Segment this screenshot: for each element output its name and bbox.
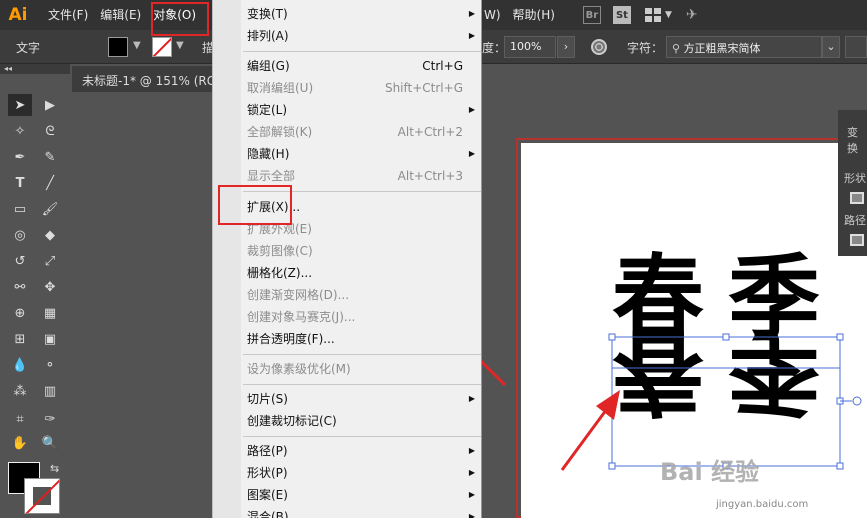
menu-item-label: 形状(P) bbox=[247, 466, 288, 480]
art-reflect-char-2: 季 bbox=[728, 318, 820, 425]
menu-item-arrange[interactable]: 排列(A) ▶ bbox=[247, 25, 481, 47]
menu-item-pixel-optimize[interactable]: 设为像素级优化(M) bbox=[247, 358, 481, 380]
handle bbox=[836, 333, 844, 341]
handle bbox=[608, 462, 616, 470]
app-window: Ai 文件(F) 编辑(E) 对象(O) W) 帮助(H) Br St ▼ ✈ … bbox=[0, 0, 867, 518]
menu-gutter bbox=[213, 0, 241, 518]
menu-item-label: 排列(A) bbox=[247, 29, 289, 43]
menu-item-label: 锁定(L) bbox=[247, 103, 288, 117]
pathfinder-icon[interactable] bbox=[850, 234, 864, 246]
menu-item-label: 拼合透明度(F)... bbox=[247, 332, 335, 346]
highlight-object-menu bbox=[151, 2, 209, 36]
menu-item-shape[interactable]: 形状(P) ▶ bbox=[247, 462, 481, 484]
handle bbox=[836, 462, 844, 470]
submenu-arrow-icon: ▶ bbox=[468, 512, 475, 518]
menu-item-label: 隐藏(H) bbox=[247, 147, 290, 161]
menu-item-label: 编组(G) bbox=[247, 59, 290, 73]
shape-label: 形状 bbox=[844, 172, 866, 185]
shape-icon[interactable] bbox=[850, 192, 864, 204]
submenu-arrow-icon: ▶ bbox=[468, 149, 475, 158]
submenu-arrow-icon: ▶ bbox=[468, 394, 475, 403]
transform-panel-title[interactable]: 变换 bbox=[838, 110, 867, 156]
menu-item-label: 创建对象马赛克(J)... bbox=[247, 310, 356, 324]
menu-item-rasterize[interactable]: 栅格化(Z)... bbox=[247, 262, 481, 284]
menu-item-create-trim-marks[interactable]: 创建裁切标记(C) bbox=[247, 410, 481, 432]
menu-separator bbox=[243, 384, 481, 385]
submenu-arrow-icon: ▶ bbox=[468, 468, 475, 477]
menu-item-label: 创建裁切标记(C) bbox=[247, 414, 337, 428]
menu-item-shortcut: Shift+Ctrl+G bbox=[384, 81, 463, 95]
menu-item-shortcut: Alt+Ctrl+3 bbox=[397, 169, 463, 183]
menu-item-ungroup[interactable]: 取消编组(U) Shift+Ctrl+G bbox=[247, 77, 481, 99]
menu-item-label: 显示全部 bbox=[247, 169, 296, 183]
menu-separator bbox=[243, 354, 481, 355]
menu-item-label: 设为像素级优化(M) bbox=[247, 362, 351, 376]
menu-item-transform[interactable]: 变换(T) ▶ bbox=[247, 3, 481, 25]
submenu-arrow-icon: ▶ bbox=[468, 490, 475, 499]
menu-item-create-object-mosaic[interactable]: 创建对象马赛克(J)... bbox=[247, 306, 481, 328]
menu-item-label: 取消编组(U) bbox=[247, 81, 314, 95]
rotate-handle bbox=[852, 396, 862, 406]
menu-item-label: 切片(S) bbox=[247, 392, 288, 406]
menu-item-shortcut: Alt+Ctrl+2 bbox=[397, 125, 463, 139]
menu-item-blend[interactable]: 混合(B) ▶ bbox=[247, 506, 481, 518]
menu-item-label: 变换(T) bbox=[247, 7, 288, 21]
submenu-arrow-icon: ▶ bbox=[468, 446, 475, 455]
art-reflect-char-1: 春 bbox=[612, 318, 704, 425]
menu-item-label: 栅格化(Z)... bbox=[247, 266, 313, 280]
menu-item-show-all[interactable]: 显示全部 Alt+Ctrl+3 bbox=[247, 165, 481, 187]
handle bbox=[608, 333, 616, 341]
menu-item-slice[interactable]: 切片(S) ▶ bbox=[247, 388, 481, 410]
menu-item-group[interactable]: 编组(G) Ctrl+G bbox=[247, 55, 481, 77]
menu-item-label: 图案(E) bbox=[247, 488, 288, 502]
menu-item-create-gradient-mesh[interactable]: 创建渐变网格(D)... bbox=[247, 284, 481, 306]
menu-item-flatten-transparency[interactable]: 拼合透明度(F)... bbox=[247, 328, 481, 350]
watermark: Bai 经验 bbox=[660, 458, 760, 486]
submenu-arrow-icon: ▶ bbox=[468, 105, 475, 114]
menu-item-path[interactable]: 路径(P) ▶ bbox=[247, 440, 481, 462]
object-menu-dropdown: 变换(T) ▶ 排列(A) ▶ 编组(G) Ctrl+G 取消编组(U) Shift+C… bbox=[212, 0, 482, 518]
menu-item-unlock-all[interactable]: 全部解锁(K) Alt+Ctrl+2 bbox=[247, 121, 481, 143]
transform-panel: 变换 形状 路径 bbox=[838, 110, 867, 256]
path-label: 路径 bbox=[844, 214, 866, 227]
menu-item-crop-image[interactable]: 裁剪图像(C) bbox=[247, 240, 481, 262]
menu-item-label: 创建渐变网格(D)... bbox=[247, 288, 350, 302]
menu-separator bbox=[243, 51, 481, 52]
menu-item-lock[interactable]: 锁定(L) ▶ bbox=[247, 99, 481, 121]
submenu-arrow-icon: ▶ bbox=[468, 31, 475, 40]
menu-item-label: 路径(P) bbox=[247, 444, 288, 458]
menu-item-label: 全部解锁(K) bbox=[247, 125, 313, 139]
menu-item-label: 裁剪图像(C) bbox=[247, 244, 313, 258]
menu-separator bbox=[243, 436, 481, 437]
menu-item-hide[interactable]: 隐藏(H) ▶ bbox=[247, 143, 481, 165]
watermark-url: jingyan.baidu.com bbox=[716, 499, 809, 510]
handle bbox=[722, 333, 730, 341]
menu-item-label: 混合(B) bbox=[247, 510, 289, 518]
submenu-arrow-icon: ▶ bbox=[468, 9, 475, 18]
menu-item-shortcut: Ctrl+G bbox=[422, 59, 463, 73]
highlight-expand-item bbox=[218, 185, 292, 225]
menu-item-pattern[interactable]: 图案(E) ▶ bbox=[247, 484, 481, 506]
